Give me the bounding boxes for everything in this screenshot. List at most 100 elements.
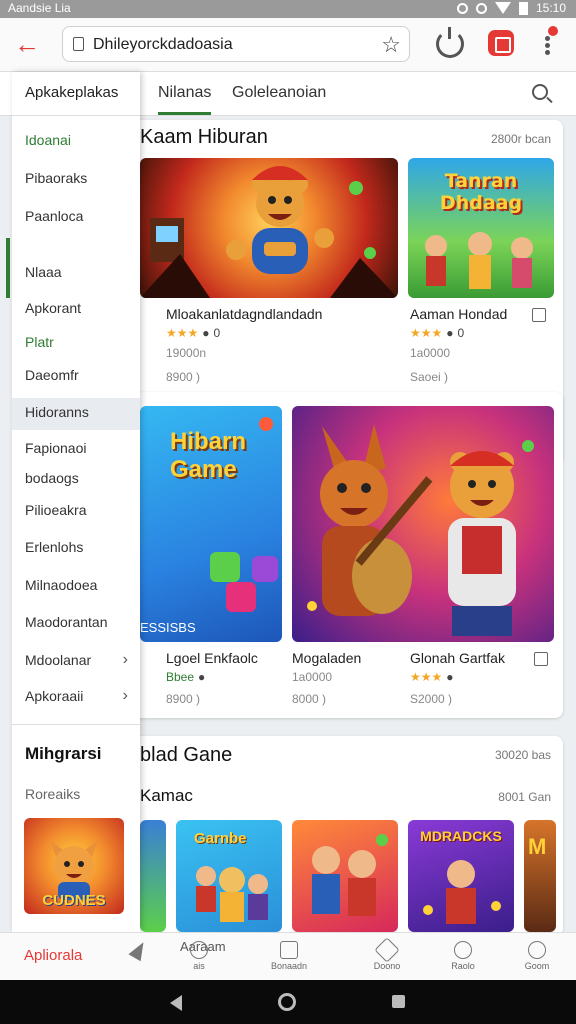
drawer-item[interactable]: Fapionaoi [12, 434, 140, 466]
subsection-title: Kamac [140, 786, 193, 805]
game-thumbnail[interactable]: Tanran Dhdaag [408, 158, 554, 298]
nav-item[interactable]: ais [174, 941, 224, 977]
game-rating: ★★★ ● 0 [410, 326, 465, 340]
wifi-icon [494, 2, 511, 14]
nav-item[interactable]: Raolo [438, 941, 488, 977]
search-icon[interactable] [532, 84, 548, 100]
thumbnail-title: M [528, 834, 547, 859]
game-thumbnail[interactable]: Garnbe [176, 820, 282, 932]
divider [12, 724, 140, 725]
browser-toolbar: ← Dhileyorckdadoasia ☆ [0, 18, 576, 72]
game-thumbnail[interactable] [292, 820, 398, 932]
reload-icon[interactable] [436, 27, 464, 58]
app-shortcut-icon[interactable] [488, 30, 514, 56]
game-size[interactable]: S2000 ) [410, 692, 452, 706]
navigation-drawer: Apkakeplakas Idoanai Pibaoraks Paanloca … [6, 72, 140, 932]
page-icon [73, 37, 84, 51]
drawer-item-expandable[interactable]: Mdoolanar › [12, 646, 140, 678]
system-back-icon[interactable] [170, 995, 182, 1011]
alarm-icon [456, 2, 468, 14]
chevron-right-icon: › [122, 687, 128, 704]
nav-item[interactable]: Bonaadn [264, 941, 314, 977]
drawer-section-subtitle[interactable]: Roreaiks [25, 786, 80, 802]
system-home-icon[interactable] [278, 993, 296, 1011]
game-downloads: 1a0000 [410, 346, 451, 360]
game-size[interactable]: 8900 ) [166, 370, 200, 384]
drawer-item[interactable]: bodaogs [12, 464, 140, 496]
game-downloads: 19000n [166, 346, 207, 360]
overflow-menu-icon[interactable] [540, 26, 558, 60]
chevron-right-icon: › [122, 651, 128, 668]
game-title[interactable]: Aaman Hondad [410, 306, 507, 322]
system-navigation-bar [0, 980, 576, 1024]
account-icon [528, 941, 546, 959]
bear-mascot-image [140, 166, 398, 298]
subsection-meta[interactable]: 8001 Gan [498, 790, 551, 804]
drawer-item[interactable]: Hidoranns [12, 398, 140, 430]
drawer-item-label: Mdoolanar [25, 652, 92, 668]
system-recents-icon[interactable] [392, 995, 405, 1008]
character-image [423, 860, 501, 924]
drawer-item[interactable]: Milnaodoea [12, 571, 140, 603]
game-size[interactable]: 8000 ) [292, 692, 326, 706]
address-bar[interactable]: Dhileyorckdadoasia ☆ [62, 26, 410, 62]
explore-button[interactable] [114, 938, 164, 977]
section-meta[interactable]: 30020 bas [495, 748, 551, 762]
drawer-item-expandable[interactable]: Apkoraaii › [12, 682, 140, 714]
drawer-item-label: Apkoraaii [25, 688, 84, 704]
scroll-indicator [6, 238, 10, 298]
tab-nilanas[interactable]: Nilanas [158, 84, 212, 115]
drawer-header[interactable]: Apkakeplakas [12, 72, 140, 116]
navigation-arrow-icon [128, 938, 150, 962]
game-thumbnail[interactable]: Hibarn Game ESSISBS [140, 406, 282, 642]
status-bar-text: Aandsie Lia [8, 1, 71, 15]
tab-goleleanoian[interactable]: Goleleanoian [232, 84, 326, 102]
drawer-item[interactable]: Apkorant [12, 294, 140, 326]
nav-item[interactable]: Doono [362, 937, 412, 977]
game-rating: ★★★ ● 0 [166, 326, 221, 340]
tiles-image [210, 417, 278, 612]
game-thumbnail[interactable] [140, 158, 398, 298]
section-title: Kaam Hiburan [140, 126, 268, 148]
nav-item-label: Bonaadn [270, 961, 308, 971]
nav-item-label: Doono [373, 961, 401, 971]
game-rating: Bbee ● [166, 670, 206, 684]
back-arrow-icon[interactable]: ← [14, 30, 44, 60]
drawer-item[interactable]: Daeomfr [12, 361, 140, 393]
game-thumbnail[interactable] [292, 406, 554, 642]
nav-item[interactable]: Goom [512, 941, 562, 977]
home-icon [374, 937, 400, 963]
game-rating: ★★★ ● [410, 670, 454, 684]
drawer-item[interactable]: Maodorantan [12, 608, 140, 640]
section-card-games: Hibarn Game ESSISBS Lgoel Enkfaolc Bbee … [100, 392, 563, 718]
game-title[interactable]: Lgoel Enkfaolc [166, 650, 258, 666]
drawer-item[interactable]: Erlenlohs [12, 533, 140, 565]
drawer-section-title: Mihgrarsi [25, 744, 102, 763]
sync-icon [475, 2, 487, 14]
game-title[interactable]: Mogaladen [292, 650, 361, 666]
game-thumbnail[interactable]: M [524, 820, 556, 932]
game-title[interactable]: Glonah Gartfak [410, 650, 505, 666]
drawer-item[interactable]: Pibaoraks [12, 164, 140, 196]
game-thumbnail[interactable]: CUDNES [24, 818, 124, 914]
drawer-item[interactable]: Pilioeakra [12, 496, 140, 528]
game-downloads: 1a0000 [292, 670, 333, 684]
drawer-item[interactable]: Platr [12, 328, 140, 360]
game-size[interactable]: Saoei ) [410, 370, 448, 384]
url-text: Dhileyorckdadoasia [93, 36, 233, 53]
notification-badge [548, 26, 558, 36]
game-thumbnail[interactable] [140, 820, 166, 932]
game-thumbnail[interactable]: MDRADCKS [408, 820, 514, 932]
select-checkbox[interactable] [532, 308, 546, 322]
star-icon[interactable]: ☆ [381, 32, 401, 58]
section-meta[interactable]: 2800r bcan [491, 132, 551, 146]
game-title[interactable]: Mloakanlatdagndlandadn [166, 306, 322, 322]
drawer-item[interactable]: Nlaaa [12, 258, 140, 290]
game-size[interactable]: 8900 ) [166, 692, 200, 706]
bottom-navigation: Apliorala Aaraam ais Bonaadn Doono Raolo… [0, 932, 576, 980]
select-checkbox[interactable] [534, 652, 548, 666]
drawer-item[interactable]: Idoanai [12, 126, 140, 158]
bottom-nav-label[interactable]: Apliorala [24, 947, 82, 964]
drawer-item[interactable]: Paanloca [12, 202, 140, 234]
nav-item-label: ais [193, 961, 205, 971]
